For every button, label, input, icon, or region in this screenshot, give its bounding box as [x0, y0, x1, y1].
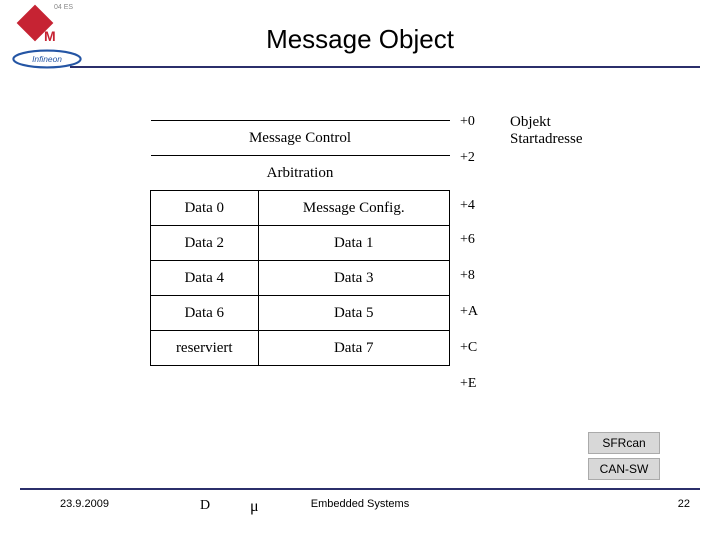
offset-4: +4	[460, 198, 475, 214]
cell-arbitration: Arbitration	[151, 156, 450, 191]
cell-data3: Data 3	[258, 261, 449, 296]
message-object-diagram: Objekt Startadresse +0 +2 +4 +6 +8 +A +C…	[150, 120, 450, 366]
offset-8: +8	[460, 268, 475, 284]
table-row: Data 4 Data 3	[151, 261, 450, 296]
header-rule	[70, 66, 700, 68]
table-row: reserviert Data 7	[151, 331, 450, 366]
table-row: Data 0 Message Config.	[151, 191, 450, 226]
cell-reserviert: reserviert	[151, 331, 259, 366]
svg-text:Infineon: Infineon	[32, 54, 62, 64]
memory-layout-table: Message Control Arbitration Data 0 Messa…	[150, 120, 450, 366]
footer-center: Embedded Systems	[0, 498, 720, 510]
table-row: Data 6 Data 5	[151, 296, 450, 331]
footer-rule	[20, 488, 700, 490]
offset-6: +6	[460, 232, 475, 248]
cell-data5: Data 5	[258, 296, 449, 331]
cell-data0: Data 0	[151, 191, 259, 226]
cell-message-control: Message Control	[151, 121, 450, 156]
offset-C: +C	[460, 340, 477, 356]
page-number: 22	[678, 498, 690, 510]
cell-data6: Data 6	[151, 296, 259, 331]
cell-data2: Data 2	[151, 226, 259, 261]
cell-msg-config: Message Config.	[258, 191, 449, 226]
cansw-button[interactable]: CAN-SW	[588, 458, 660, 480]
cell-data1: Data 1	[258, 226, 449, 261]
offset-2: +2	[460, 150, 475, 166]
offset-A: +A	[460, 304, 478, 320]
cell-data7: Data 7	[258, 331, 449, 366]
offset-E: +E	[460, 376, 476, 392]
sfrcan-button[interactable]: SFRcan	[588, 432, 660, 454]
table-row: Arbitration	[151, 156, 450, 191]
start-address-label: Objekt Startadresse	[510, 114, 582, 148]
cell-data4: Data 4	[151, 261, 259, 296]
slide-title: Message Object	[0, 24, 720, 55]
table-row: Message Control	[151, 121, 450, 156]
table-row: Data 2 Data 1	[151, 226, 450, 261]
offset-0: +0	[460, 114, 475, 130]
